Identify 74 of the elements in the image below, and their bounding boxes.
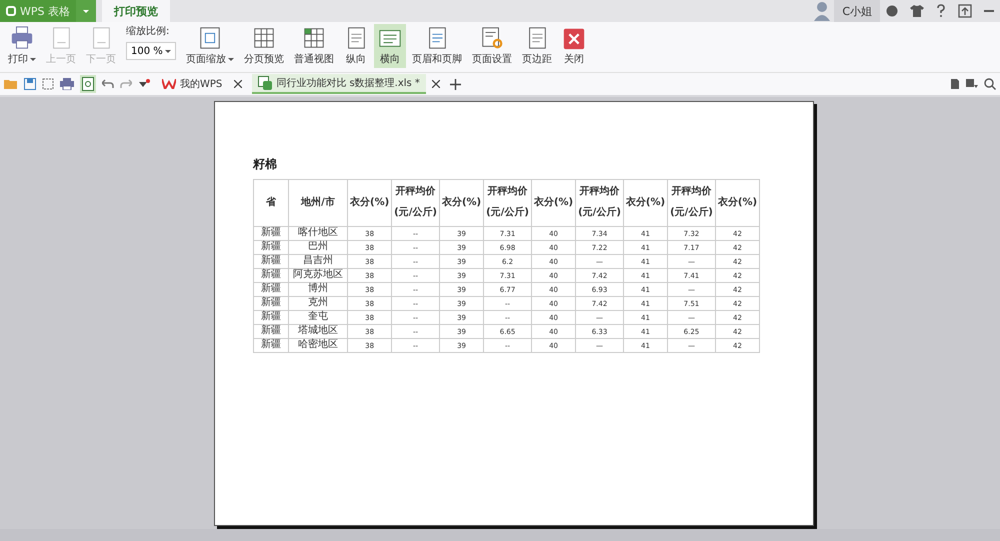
column-header: 衣分(%) — [715, 180, 760, 226]
column-header: 开秤均价 (元/公斤) — [668, 180, 716, 226]
column-header: 衣分(%) — [439, 180, 484, 226]
table-cell: 新疆 — [254, 310, 288, 324]
table-cell: 喀什地区 — [288, 226, 348, 240]
table-cell: 博州 — [288, 282, 348, 296]
table-cell: 哈密地区 — [288, 338, 348, 352]
table-cell: 新疆 — [254, 254, 288, 268]
column-header: 开秤均价 (元/公斤) — [484, 180, 532, 226]
page-settings-icon — [480, 26, 504, 50]
shirt-icon — [910, 5, 924, 17]
ribbon-button[interactable]: 打印 — [4, 24, 40, 68]
search-icon[interactable] — [984, 78, 996, 90]
close-tab-icon[interactable] — [432, 80, 440, 88]
column-header: 衣分(%) — [531, 180, 576, 226]
zoom-label: 缩放比例: — [126, 24, 170, 38]
document-icon — [950, 79, 960, 89]
column-header: 衣分(%) — [623, 180, 668, 226]
close-tab-icon[interactable] — [234, 80, 242, 88]
table-cell: 新疆 — [254, 268, 288, 282]
column-header: 地州/市 — [288, 180, 348, 226]
table-cell: 巴州 — [288, 240, 348, 254]
document-tab[interactable]: 同行业功能对比 s数据整理.xls * — [252, 74, 426, 94]
w-logo-icon — [162, 79, 176, 89]
table-cell: 奎屯 — [288, 310, 348, 324]
zoom-dropdown[interactable]: 100 % — [126, 42, 176, 60]
sheet-title: 籽棉 — [253, 156, 278, 173]
undo-icon — [102, 79, 114, 89]
table-cell: 新疆 — [254, 296, 288, 310]
redo-icon — [120, 79, 132, 89]
column-header: 省 — [254, 180, 288, 226]
ribbon-tab[interactable]: 打印预览 — [102, 0, 170, 22]
table-cell: 新疆 — [254, 226, 288, 240]
caret-icon — [165, 50, 171, 56]
new-tab-icon[interactable] — [450, 78, 461, 90]
ribbon-button[interactable]: 页面缩放 — [182, 24, 238, 68]
table-cell: 新疆 — [254, 282, 288, 296]
column-header: 开秤均价 (元/公斤) — [392, 180, 440, 226]
table-cell: 新疆 — [254, 338, 288, 352]
column-header: 开秤均价 (元/公斤) — [576, 180, 624, 226]
save-icon — [24, 78, 36, 90]
close-button[interactable]: 关闭 — [558, 24, 590, 68]
table-cell: 新疆 — [254, 324, 288, 338]
printer-icon — [60, 78, 74, 90]
help-icon — [936, 4, 946, 18]
minimize-icon — [984, 10, 994, 12]
printer-icon — [10, 26, 34, 50]
user-avatar-icon — [814, 1, 830, 21]
filter-icon — [966, 79, 978, 89]
ribbon-button[interactable]: 页面设置 — [468, 24, 516, 68]
ribbon-button[interactable]: 纵向 — [340, 24, 372, 68]
ribbon-button[interactable]: 页眉和页脚 — [408, 24, 466, 68]
table-cell: 新疆 — [254, 240, 288, 254]
ribbon-button[interactable]: 分页预览 — [240, 24, 288, 68]
spreadsheet-icon — [258, 76, 272, 90]
logo-icon — [6, 6, 16, 16]
column-header: 衣分(%) — [348, 180, 392, 226]
page-icon — [198, 26, 222, 50]
table-cell: 塔城地区 — [288, 324, 348, 338]
folder-icon — [4, 78, 18, 90]
ribbon-button[interactable]: 横向 — [374, 24, 406, 68]
table-cell: 昌吉州 — [288, 254, 348, 268]
table-icon — [252, 26, 276, 50]
user-menu-button[interactable]: C小姐 — [834, 0, 880, 22]
document-tab[interactable]: 我的WPS — [156, 74, 228, 94]
window-icon — [958, 4, 972, 18]
close-icon — [562, 26, 586, 50]
caret-icon — [83, 10, 89, 16]
table-cell: 克州 — [288, 296, 348, 310]
ribbon-button[interactable]: 普通视图 — [290, 24, 338, 68]
table-icon — [302, 26, 326, 50]
export-icon — [42, 78, 54, 90]
table-cell: 阿克苏地区 — [288, 268, 348, 282]
ribbon-button[interactable]: 页边距 — [518, 24, 556, 68]
